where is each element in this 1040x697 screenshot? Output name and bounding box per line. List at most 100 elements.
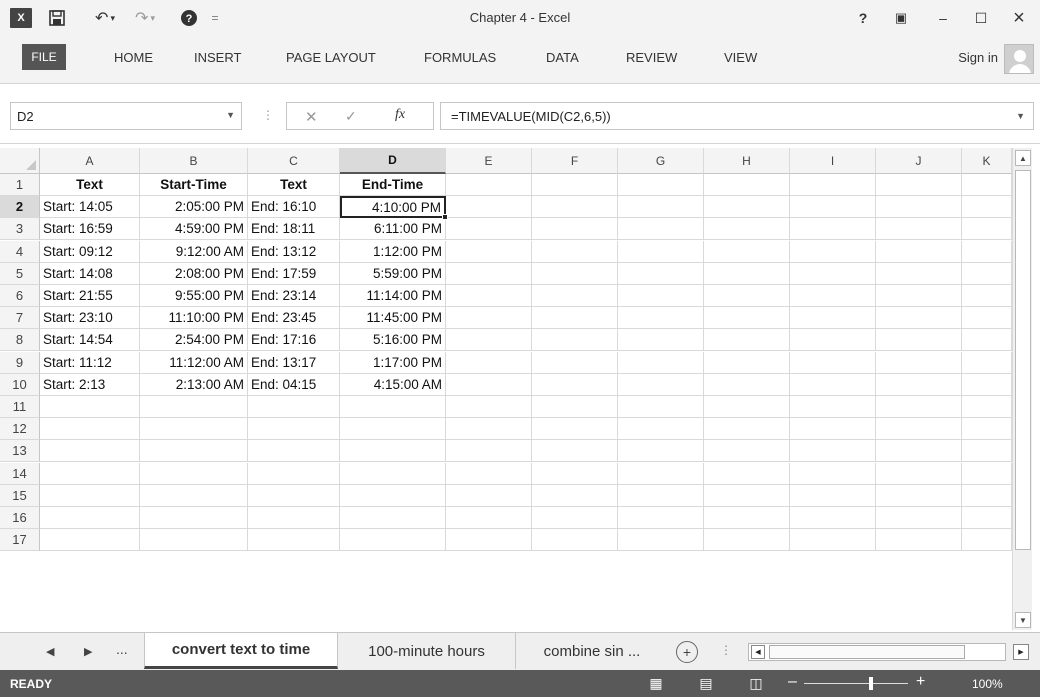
cell-d8[interactable]: 5:16:00 PM	[340, 329, 446, 352]
vertical-scrollbar[interactable]: ▲ ▼	[1012, 148, 1032, 630]
cell-k11[interactable]	[962, 396, 1012, 418]
cell-k3[interactable]	[962, 218, 1012, 241]
cell-f5[interactable]	[532, 262, 618, 285]
column-header-j[interactable]: J	[876, 148, 962, 174]
cell-h10[interactable]	[704, 373, 790, 396]
cell-d7[interactable]: 11:45:00 PM	[340, 307, 446, 330]
page-break-view-icon[interactable]: ◫	[746, 674, 766, 692]
cell-d16[interactable]	[340, 507, 446, 529]
cell-a1[interactable]: Text	[40, 174, 140, 196]
row-header-2[interactable]: 2	[0, 196, 40, 219]
row-header-6[interactable]: 6	[0, 285, 40, 307]
cell-k17[interactable]	[962, 529, 1012, 552]
cell-d13[interactable]	[340, 440, 446, 463]
column-header-e[interactable]: E	[446, 148, 532, 174]
cell-g11[interactable]	[618, 396, 704, 418]
cell-a2[interactable]: Start: 14:05	[40, 196, 140, 219]
cell-e15[interactable]	[446, 484, 532, 507]
cell-e9[interactable]	[446, 351, 532, 374]
name-box[interactable]: D2 ▼	[10, 102, 242, 130]
cell-i5[interactable]	[790, 262, 876, 285]
cell-e4[interactable]	[446, 240, 532, 263]
cell-j15[interactable]	[876, 484, 962, 507]
row-header-1[interactable]: 1	[0, 174, 40, 196]
cell-f3[interactable]	[532, 218, 618, 241]
cell-a4[interactable]: Start: 09:12	[40, 240, 140, 263]
cell-k5[interactable]	[962, 262, 1012, 285]
cell-i17[interactable]	[790, 529, 876, 552]
cell-f4[interactable]	[532, 240, 618, 263]
cell-j2[interactable]	[876, 196, 962, 219]
cell-c9[interactable]: End: 13:17	[248, 351, 340, 374]
cell-e11[interactable]	[446, 396, 532, 418]
cell-c11[interactable]	[248, 396, 340, 418]
cell-b10[interactable]: 2:13:00 AM	[140, 373, 248, 396]
cell-f9[interactable]	[532, 351, 618, 374]
cell-f7[interactable]	[532, 307, 618, 330]
cell-g5[interactable]	[618, 262, 704, 285]
cell-a5[interactable]: Start: 14:08	[40, 262, 140, 285]
cell-b15[interactable]	[140, 484, 248, 507]
cell-g14[interactable]	[618, 462, 704, 485]
cell-i3[interactable]	[790, 218, 876, 241]
scroll-right-icon[interactable]: ▶	[1013, 644, 1029, 660]
cell-i14[interactable]	[790, 462, 876, 485]
cell-k1[interactable]	[962, 174, 1012, 196]
tab-view[interactable]: VIEW	[724, 50, 757, 65]
cell-a10[interactable]: Start: 2:13	[40, 373, 140, 396]
sheet-tab-combine[interactable]: combine sin ...	[516, 633, 668, 669]
cell-a13[interactable]	[40, 440, 140, 463]
cell-b16[interactable]	[140, 507, 248, 529]
cell-f17[interactable]	[532, 529, 618, 552]
cell-h7[interactable]	[704, 307, 790, 330]
cell-j17[interactable]	[876, 529, 962, 552]
cell-h12[interactable]	[704, 418, 790, 441]
chevron-down-icon[interactable]: ▼	[226, 110, 235, 120]
zoom-slider-knob[interactable]	[868, 677, 873, 690]
cell-i4[interactable]	[790, 240, 876, 263]
cell-f11[interactable]	[532, 396, 618, 418]
cell-c12[interactable]	[248, 418, 340, 441]
cell-f12[interactable]	[532, 418, 618, 441]
cell-k14[interactable]	[962, 462, 1012, 485]
cell-d11[interactable]	[340, 396, 446, 418]
cell-j6[interactable]	[876, 285, 962, 307]
column-header-i[interactable]: I	[790, 148, 876, 174]
cell-e12[interactable]	[446, 418, 532, 441]
row-header-8[interactable]: 8	[0, 329, 40, 352]
row-header-5[interactable]: 5	[0, 262, 40, 285]
select-all-button[interactable]	[0, 148, 40, 174]
cell-h8[interactable]	[704, 329, 790, 352]
sheet-tab-convert-text-to-time[interactable]: convert text to time	[144, 633, 338, 669]
cell-c3[interactable]: End: 18:11	[248, 218, 340, 241]
cell-b8[interactable]: 2:54:00 PM	[140, 329, 248, 352]
cell-b3[interactable]: 4:59:00 PM	[140, 218, 248, 241]
cell-h16[interactable]	[704, 507, 790, 529]
cell-g12[interactable]	[618, 418, 704, 441]
column-header-d[interactable]: D	[340, 148, 446, 174]
cell-f14[interactable]	[532, 462, 618, 485]
cell-b7[interactable]: 11:10:00 PM	[140, 307, 248, 330]
horizontal-scroll-thumb[interactable]	[769, 645, 965, 659]
cell-j12[interactable]	[876, 418, 962, 441]
cell-k10[interactable]	[962, 373, 1012, 396]
cell-a14[interactable]	[40, 462, 140, 485]
cell-d15[interactable]	[340, 484, 446, 507]
cell-d2[interactable]: 4:10:00 PM	[340, 196, 446, 219]
cell-h15[interactable]	[704, 484, 790, 507]
zoom-out-button[interactable]: –	[788, 673, 797, 691]
cell-f2[interactable]	[532, 196, 618, 219]
cell-e14[interactable]	[446, 462, 532, 485]
sign-in-link[interactable]: Sign in	[958, 50, 998, 65]
cell-i13[interactable]	[790, 440, 876, 463]
cell-g4[interactable]	[618, 240, 704, 263]
zoom-slider[interactable]	[804, 683, 908, 684]
cell-k12[interactable]	[962, 418, 1012, 441]
cancel-icon[interactable]: ✕	[305, 108, 318, 126]
cell-k9[interactable]	[962, 351, 1012, 374]
cell-c16[interactable]	[248, 507, 340, 529]
cell-i16[interactable]	[790, 507, 876, 529]
cell-k16[interactable]	[962, 507, 1012, 529]
cell-d9[interactable]: 1:17:00 PM	[340, 351, 446, 374]
column-header-a[interactable]: A	[40, 148, 140, 174]
